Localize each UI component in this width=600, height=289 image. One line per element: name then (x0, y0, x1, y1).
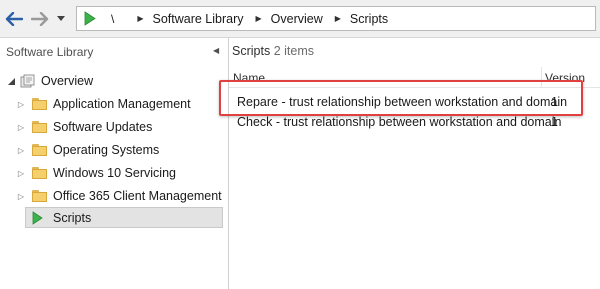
forward-button[interactable] (29, 8, 51, 30)
tree-item-office-365-client-management[interactable]: ▷ Office 365 Client Management (16, 186, 222, 206)
breadcrumb-separator-icon[interactable]: ▶ (256, 14, 262, 23)
expanded-arrow-icon[interactable] (6, 77, 16, 85)
scripts-icon (32, 211, 44, 225)
tree-item-label: Scripts (53, 211, 92, 225)
tree-item-label: Windows 10 Servicing (53, 166, 176, 180)
content-title-text: Scripts (232, 44, 271, 58)
navigation-pane: Software Library ◀ Overview ▷ Applicatio… (0, 38, 229, 289)
collapsed-arrow-icon[interactable]: ▷ (16, 100, 26, 109)
collapse-pane-icon[interactable]: ◀ (213, 46, 219, 55)
back-button[interactable] (3, 8, 25, 30)
script-name-cell: Check - trust relationship between works… (237, 115, 562, 129)
tree-item-label: Software Updates (53, 120, 153, 134)
overview-icon (20, 74, 36, 88)
breadcrumb-overview[interactable]: Overview (271, 12, 323, 26)
tree-item-application-management[interactable]: ▷ Application Management (16, 94, 191, 114)
folder-icon (32, 167, 48, 179)
collapsed-arrow-icon[interactable]: ▷ (16, 192, 26, 201)
tree-item-label: Overview (41, 74, 94, 88)
forward-arrow-icon (31, 12, 49, 26)
address-bar[interactable]: \ ▶ Software Library ▶ Overview ▶ Script… (76, 6, 596, 31)
chevron-down-icon (57, 15, 65, 21)
collapsed-arrow-icon[interactable]: ▷ (16, 169, 26, 178)
tree-item-overview[interactable]: Overview (6, 71, 93, 91)
tree-item-label: Application Management (53, 97, 191, 111)
folder-icon (32, 98, 48, 110)
folder-icon (32, 190, 48, 202)
content-title: Scripts 2 items (232, 44, 314, 58)
breadcrumb-separator-icon[interactable]: ▶ (335, 14, 341, 23)
breadcrumb-separator-icon[interactable]: ▶ (137, 14, 143, 23)
tree-item-software-updates[interactable]: ▷ Software Updates (16, 117, 152, 137)
navigation-bar: \ ▶ Software Library ▶ Overview ▶ Script… (0, 0, 600, 38)
collapsed-arrow-icon[interactable]: ▷ (16, 123, 26, 132)
tree-item-windows-10-servicing[interactable]: ▷ Windows 10 Servicing (16, 163, 176, 183)
content-pane: Scripts 2 items Name Version Repare - tr… (219, 38, 600, 289)
annotation-highlight-box (219, 80, 583, 116)
breadcrumb-root[interactable]: \ (111, 12, 114, 26)
tree-item-label: Operating Systems (53, 143, 160, 157)
back-arrow-icon (5, 12, 23, 26)
tree-item-operating-systems[interactable]: ▷ Operating Systems (16, 140, 159, 160)
breadcrumb-software-library[interactable]: Software Library (153, 12, 244, 26)
console-home-icon[interactable] (84, 11, 97, 26)
breadcrumb-scripts[interactable]: Scripts (350, 12, 388, 26)
tree-item-label: Office 365 Client Management (53, 189, 222, 203)
history-dropdown-button[interactable] (56, 12, 66, 24)
script-version-cell: 1 (551, 115, 558, 129)
folder-icon (32, 144, 48, 156)
folder-icon (32, 121, 48, 133)
collapsed-arrow-icon[interactable]: ▷ (16, 146, 26, 155)
tree-item-scripts[interactable]: Scripts (32, 208, 91, 228)
item-count: 2 items (273, 44, 314, 58)
pane-title: Software Library (6, 45, 94, 59)
